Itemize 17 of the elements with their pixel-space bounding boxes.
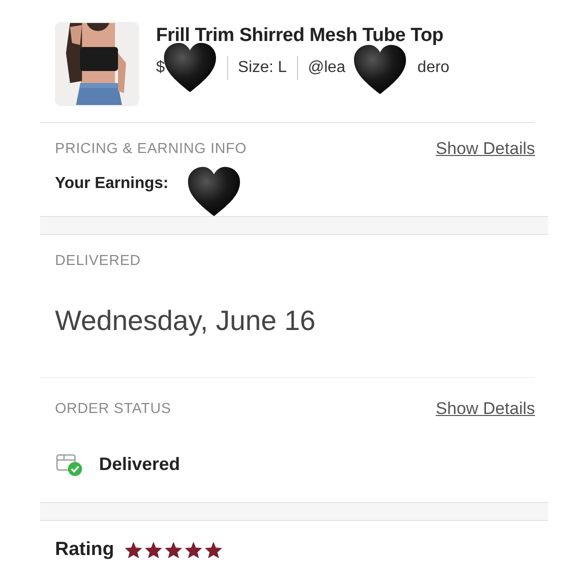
heart-icon <box>354 44 406 94</box>
order-status: Delivered <box>99 454 180 474</box>
rating-label: Rating <box>55 539 114 561</box>
seller-handle: @lea <box>308 59 346 77</box>
show-details-link[interactable]: Show Details <box>436 399 535 419</box>
section-heading: DELIVERED <box>55 253 141 269</box>
heart-icon <box>188 166 240 216</box>
heart-icon <box>164 42 216 92</box>
show-details-link[interactable]: Show Details <box>436 139 535 159</box>
delivery-date: Wednesday, June 16 <box>55 305 316 337</box>
seller-handle: dero <box>417 59 450 77</box>
section-heading: PRICING & EARNING INFO <box>55 141 247 157</box>
product-size: Size: L <box>238 59 287 77</box>
product-price: $ <box>156 59 165 77</box>
product-title: Frill Trim Shirred Mesh Tube Top <box>156 25 444 47</box>
section-heading: ORDER STATUS <box>55 401 172 417</box>
earnings-label: Your Earnings: <box>55 175 168 193</box>
